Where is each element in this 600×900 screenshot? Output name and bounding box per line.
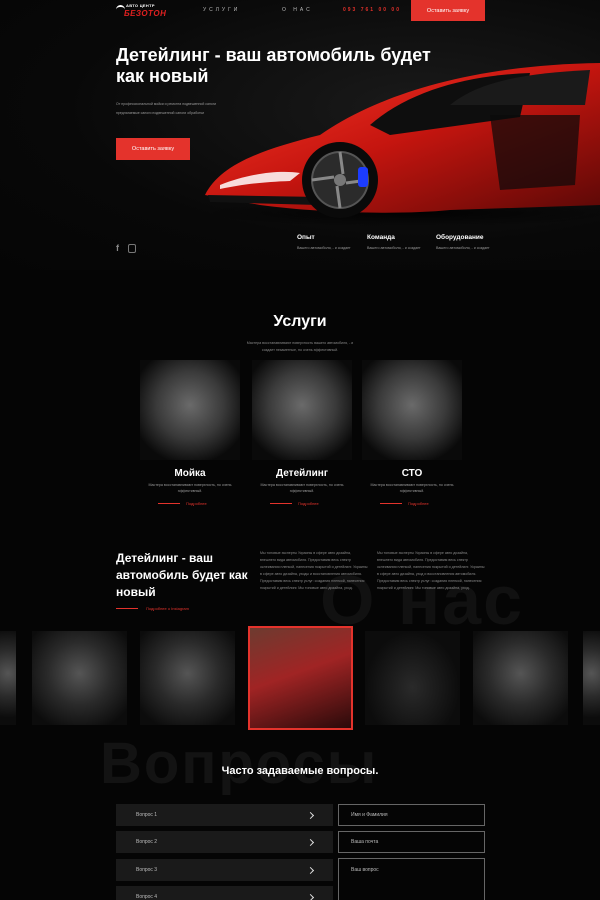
gallery-image[interactable] bbox=[140, 631, 235, 725]
divider bbox=[270, 502, 292, 504]
logo-caption: АВТО ЦЕНТР bbox=[126, 3, 155, 8]
about-instagram-link[interactable]: Подробнее о Instagram bbox=[116, 606, 189, 611]
chevron-right-icon bbox=[306, 866, 315, 874]
chevron-right-icon bbox=[306, 838, 315, 846]
faq-question-label: Вопрос 3 bbox=[136, 867, 158, 873]
faq-question[interactable]: Вопрос 2 bbox=[116, 831, 333, 853]
about-paragraph: Мы топовые эксперты Украины в сфере авто… bbox=[260, 551, 368, 590]
service-more-link[interactable]: Подробнее bbox=[270, 500, 350, 506]
service-image bbox=[362, 360, 462, 460]
feature-text: Вашего автомобиля, - и создает bbox=[436, 246, 490, 250]
service-image bbox=[140, 360, 240, 460]
gallery-image[interactable] bbox=[365, 631, 460, 725]
feature-title: Опыт bbox=[297, 234, 315, 241]
divider bbox=[116, 608, 138, 609]
service-text: Мастера восстанавливают поверхность, но … bbox=[260, 483, 344, 493]
gallery-image-active[interactable] bbox=[248, 626, 353, 730]
email-field[interactable]: Ваша почта bbox=[338, 831, 485, 853]
service-image bbox=[252, 360, 352, 460]
faq-question[interactable]: Вопрос 1 bbox=[116, 804, 333, 826]
feature-text: Вашего автомобиля, - и создает bbox=[367, 246, 421, 250]
hero-request-button[interactable]: Оставить заявку bbox=[116, 138, 190, 160]
about-title: Детейлинг - ваш автомобиль будет как нов… bbox=[116, 551, 248, 599]
service-name: Детейлинг bbox=[276, 468, 328, 479]
service-more-label: Подробнее bbox=[186, 500, 207, 506]
question-field[interactable]: Ваш вопрос bbox=[338, 858, 485, 900]
logo[interactable]: АВТО ЦЕНТР БЕЗОТОН bbox=[116, 3, 167, 18]
service-more-link[interactable]: Подробнее bbox=[158, 500, 238, 506]
gallery-image[interactable] bbox=[583, 631, 600, 725]
faq-question[interactable]: Вопрос 3 bbox=[116, 859, 333, 881]
logo-wordmark: БЕЗОТОН bbox=[124, 9, 167, 18]
header-request-button[interactable]: Оставить заявку bbox=[411, 0, 485, 21]
faq-title: Часто задаваемые вопросы. bbox=[221, 765, 379, 777]
service-name: СТО bbox=[401, 468, 423, 479]
nav-about[interactable]: О нас bbox=[282, 7, 313, 13]
divider bbox=[380, 502, 402, 504]
service-more-label: Подробнее bbox=[408, 500, 429, 506]
feature-title: Команда bbox=[367, 234, 395, 241]
gallery-image[interactable] bbox=[32, 631, 127, 725]
feature-team: Команда Вашего автомобиля, - и создает bbox=[367, 234, 447, 251]
facebook-icon[interactable]: f bbox=[116, 244, 124, 253]
site-header: АВТО ЦЕНТР БЕЗОТОН Услуги О нас 093 761 … bbox=[0, 0, 600, 22]
feature-text: Вашего автомобиля, - и создает bbox=[297, 246, 351, 250]
hero-car-image bbox=[200, 63, 600, 227]
faq-question[interactable]: Вопрос 4 bbox=[116, 886, 333, 900]
faq-watermark: Вопросы bbox=[100, 731, 379, 796]
divider bbox=[158, 502, 180, 504]
about-paragraph: Мы топовые эксперты Украины в сфере авто… bbox=[377, 551, 485, 590]
about-link-label: Подробнее о Instagram bbox=[146, 606, 189, 611]
service-more-link[interactable]: Подробнее bbox=[380, 500, 460, 506]
services-subtitle: Мастера восстанавливают поверхность ваше… bbox=[246, 341, 354, 352]
nav-services[interactable]: Услуги bbox=[203, 7, 240, 13]
feature-experience: Опыт Вашего автомобиля, - и создает bbox=[297, 234, 377, 251]
service-name: Мойка bbox=[174, 468, 206, 479]
faq-question-label: Вопрос 4 bbox=[136, 894, 158, 900]
instagram-icon[interactable] bbox=[128, 244, 136, 253]
faq-question-label: Вопрос 2 bbox=[136, 839, 158, 845]
name-field[interactable]: Имя и Фамилия bbox=[338, 804, 485, 826]
chevron-right-icon bbox=[306, 893, 315, 900]
faq-question-label: Вопрос 1 bbox=[136, 812, 158, 818]
chevron-right-icon bbox=[306, 811, 315, 819]
service-more-label: Подробнее bbox=[298, 500, 319, 506]
gallery-image[interactable] bbox=[0, 631, 16, 725]
services-title: Услуги bbox=[273, 313, 327, 330]
service-text: Мастера восстанавливают поверхность, но … bbox=[148, 483, 232, 493]
feature-title: Оборудование bbox=[436, 234, 484, 241]
phone-number[interactable]: 093 761 00 00 bbox=[343, 7, 401, 13]
feature-equipment: Оборудование Вашего автомобиля, - и созд… bbox=[436, 234, 516, 251]
gallery-image[interactable] bbox=[473, 631, 568, 725]
service-text: Мастера восстанавливают поверхность, но … bbox=[370, 483, 454, 493]
